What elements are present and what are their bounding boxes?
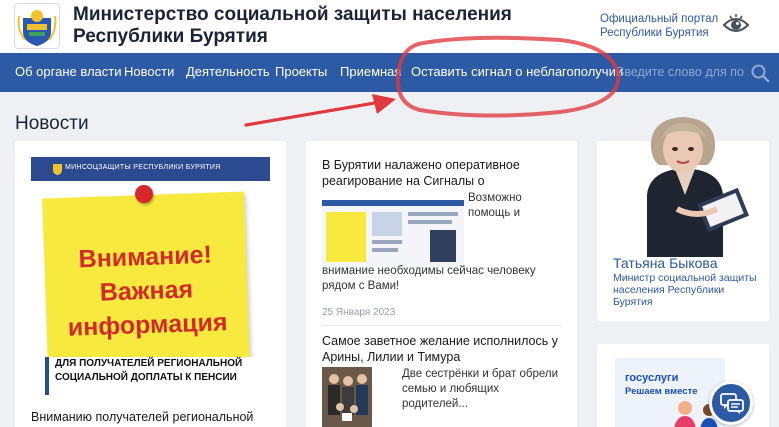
news-date: 25 Января 2023 xyxy=(322,307,396,318)
gosuslugi-tagline: Решаем вместе xyxy=(625,386,698,397)
main-navigation: Об органе власти Новости Деятельность Пр… xyxy=(0,53,779,92)
minister-photo xyxy=(617,109,750,257)
news-item-title[interactable]: Самое заветное желание исполнилось у Ари… xyxy=(322,333,562,365)
nav-report-signal[interactable]: Оставить сигнал о неблагополучии xyxy=(411,64,623,79)
coat-of-arms-logo[interactable] xyxy=(14,3,60,49)
notice-header-text: МИНСОЦЗАЩИТЫ РЕСПУБЛИКИ БУРЯТИЯ xyxy=(65,164,221,171)
accessibility-eye-icon[interactable] xyxy=(722,12,750,38)
notice-header-bar: МИНСОЦЗАЩИТЫ РЕСПУБЛИКИ БУРЯТИЯ xyxy=(31,157,270,181)
nav-activity[interactable]: Деятельность xyxy=(186,64,270,79)
news-thumbnail[interactable] xyxy=(322,190,464,268)
news-excerpt: Возможно помощь и xyxy=(468,192,522,219)
chat-button[interactable] xyxy=(709,381,753,425)
gosuslugi-logo: госуслуги xyxy=(625,372,679,384)
news-excerpt: Две сестрёнки и брат обрели семью и любя… xyxy=(402,368,559,410)
nav-reception[interactable]: Приемная xyxy=(340,64,401,79)
nav-about[interactable]: Об органе власти xyxy=(15,64,121,79)
news-divider xyxy=(322,325,562,326)
nav-projects[interactable]: Проекты xyxy=(275,64,327,79)
news-card-important[interactable]: МИНСОЦЗАЩИТЫ РЕСПУБЛИКИ БУРЯТИЯ Внимание… xyxy=(15,141,286,427)
sticky-note: Внимание! Важная информация xyxy=(42,191,250,367)
site-header: Министерство социальной защиты населения… xyxy=(0,0,779,53)
annotation-arrow xyxy=(244,98,394,127)
important-notice-image[interactable]: МИНСОЦЗАЩИТЫ РЕСПУБЛИКИ БУРЯТИЯ Внимание… xyxy=(31,157,270,395)
minister-card[interactable]: Татьяна Быкова Министр социальной защиты… xyxy=(597,117,769,321)
note-information-text: информация xyxy=(67,308,228,342)
push-pin-icon xyxy=(135,185,153,203)
news-section-title: Новости xyxy=(15,113,89,134)
official-portal-link[interactable]: Официальный портал Республики Бурятия xyxy=(600,12,720,40)
minister-name[interactable]: Татьяна Быкова xyxy=(613,255,717,271)
ministry-mini-emblem-icon xyxy=(53,164,62,175)
news-list-card: В Бурятии налажено оперативное реагирова… xyxy=(306,141,577,427)
note-important-text: Важная xyxy=(99,275,194,307)
note-attention-text: Внимание! xyxy=(78,240,213,274)
news-excerpt-continued: внимание необходимы сейчас человеку рядо… xyxy=(322,265,536,292)
search-input[interactable] xyxy=(616,61,744,83)
news-card-title[interactable]: Вниманию получателей региональной xyxy=(31,410,276,424)
chat-bubbles-icon xyxy=(720,393,744,414)
nav-news[interactable]: Новости xyxy=(124,64,174,79)
notice-caption: ДЛЯ ПОЛУЧАТЕЛЕЙ РЕГИОНАЛЬНОЙ СОЦИАЛЬНОЙ … xyxy=(45,357,270,395)
gosuslugi-banner[interactable]: госуслуги Решаем вместе xyxy=(615,358,725,427)
site-title[interactable]: Министерство социальной защиты населения… xyxy=(73,4,583,48)
search-icon[interactable] xyxy=(750,63,770,83)
annotation-arrow-head xyxy=(372,94,396,114)
news-thumbnail-family[interactable] xyxy=(322,367,372,427)
minister-role: Министр социальной защиты населения Респ… xyxy=(613,272,757,308)
notice-caption-text: ДЛЯ ПОЛУЧАТЕЛЕЙ РЕГИОНАЛЬНОЙ СОЦИАЛЬНОЙ … xyxy=(55,358,243,383)
